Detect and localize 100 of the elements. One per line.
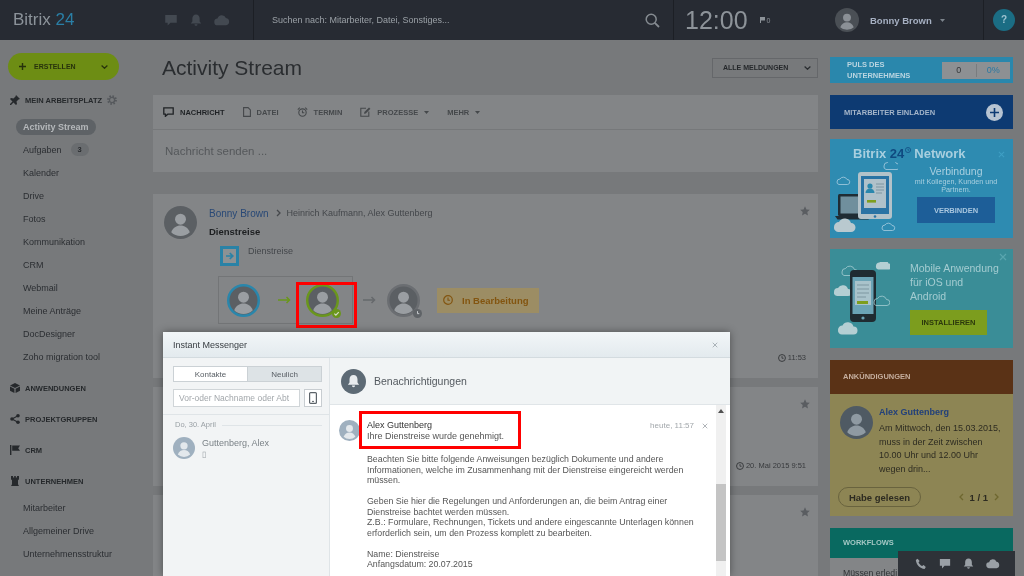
chevron-down-icon bbox=[101, 64, 108, 69]
sidebar-item[interactable]: Mitarbeiter bbox=[16, 499, 73, 516]
scrollbar-thumb[interactable] bbox=[716, 484, 726, 561]
close-icon[interactable] bbox=[999, 253, 1007, 261]
attachment-link[interactable]: Dienstreise bbox=[248, 246, 294, 256]
check-icon bbox=[332, 308, 341, 318]
sender-name[interactable]: Alex Guttenberg bbox=[367, 420, 505, 431]
share-icon bbox=[10, 414, 20, 424]
alarm-clock-icon bbox=[296, 107, 308, 117]
page-title: Activity Stream bbox=[162, 54, 303, 81]
sidebar-item[interactable]: Kommunikation bbox=[16, 233, 93, 250]
clock-icon bbox=[443, 295, 453, 305]
notification-text: Name: Dienstreise Anfangsdatum: 20.07.2015 bbox=[367, 548, 474, 570]
pulse-count: 0 bbox=[942, 63, 977, 77]
sidebar-item[interactable]: Fotos bbox=[16, 210, 53, 227]
speech-bubble-icon bbox=[163, 107, 174, 117]
star-icon[interactable] bbox=[800, 507, 810, 517]
bell-icon[interactable] bbox=[963, 558, 974, 569]
chevron-left-icon[interactable] bbox=[958, 493, 964, 501]
cube-icon bbox=[10, 383, 20, 393]
notification-text: Geben Sie hier die Regelungen und Anforderungen an, die beim Antrag einer Dienstreise bachtet werden müssen. Z.B.: Formulare, Rechnungen, Tickets und andere eingescannte Unterlagen können erforderlich sein, um den Prozess komplett zu bearbeiten. bbox=[367, 496, 695, 538]
user-avatar bbox=[173, 437, 195, 459]
mobile-text: für iOS und Android bbox=[910, 275, 965, 303]
document-icon bbox=[242, 107, 251, 117]
network-heading: Verbindung bbox=[929, 165, 983, 178]
user-avatar bbox=[840, 406, 873, 439]
tower-icon bbox=[10, 476, 20, 486]
clock-icon bbox=[777, 354, 786, 362]
flag-icon bbox=[759, 17, 765, 23]
clock-time: 12:00 bbox=[685, 6, 748, 34]
network-logo: Bitrix 24 bbox=[853, 147, 905, 161]
author-link[interactable]: Bonny Brown bbox=[209, 207, 269, 219]
gear-icon[interactable] bbox=[107, 95, 118, 105]
caret-icon[interactable] bbox=[939, 18, 945, 22]
sidebar-item[interactable]: Allgemeiner Drive bbox=[16, 522, 102, 539]
sidebar-item[interactable]: Activity Stream bbox=[16, 118, 96, 135]
caret-icon[interactable] bbox=[424, 110, 430, 114]
user-avatar bbox=[339, 420, 360, 441]
page-counter: 1 / 1 bbox=[969, 491, 988, 503]
logo[interactable]: Bitrix 24 bbox=[13, 10, 75, 30]
search-icon[interactable] bbox=[645, 12, 660, 28]
user-avatar bbox=[835, 8, 859, 32]
mobile-title: Mobile Anwendung bbox=[910, 261, 999, 275]
phone-button[interactable] bbox=[304, 389, 322, 407]
star-icon[interactable] bbox=[800, 399, 810, 409]
contact-item[interactable]: Guttenberg, Alex ▯ bbox=[163, 437, 329, 460]
star-icon[interactable] bbox=[800, 206, 810, 216]
notification-time: heute, 11:57 bbox=[650, 420, 694, 431]
plus-circle-icon bbox=[986, 103, 1003, 121]
caret-icon[interactable] bbox=[475, 110, 481, 114]
sidebar-item[interactable]: Webmail bbox=[16, 279, 65, 296]
sidebar-item[interactable]: CRM bbox=[16, 256, 51, 273]
edit-icon bbox=[360, 107, 372, 117]
announcement-text: Am Mittwoch, den 15.03.2015, muss in der Zeit zwischen 10.00 Uhr und 12.00 Uhr wegen drin... bbox=[879, 422, 1002, 476]
scrollbar[interactable] bbox=[716, 405, 726, 576]
bell-icon bbox=[341, 368, 366, 394]
sidebar-item[interactable]: Drive bbox=[16, 187, 51, 204]
sidebar-item[interactable]: Unternehmensstruktur bbox=[16, 545, 120, 562]
contact-status: ▯ bbox=[202, 449, 207, 460]
messenger-tab[interactable]: Kontakte bbox=[173, 366, 248, 382]
sidebar-item[interactable]: Meine Anträge bbox=[16, 302, 89, 319]
arrow-square-icon bbox=[220, 246, 239, 266]
clock-icon bbox=[735, 462, 744, 470]
arrow-icon bbox=[363, 296, 376, 304]
messenger-tab[interactable]: Neulich bbox=[248, 366, 322, 382]
pin-icon bbox=[10, 95, 20, 105]
chevron-down-icon bbox=[804, 65, 811, 70]
contact-name: Guttenberg, Alex bbox=[202, 438, 270, 449]
scroll-up-icon[interactable] bbox=[718, 409, 724, 413]
close-icon[interactable] bbox=[702, 423, 708, 429]
chat-icon[interactable] bbox=[939, 558, 951, 569]
user-avatar bbox=[306, 283, 339, 317]
sidebar-item[interactable]: Kalender bbox=[16, 164, 67, 181]
user-avatar bbox=[164, 206, 197, 239]
cloud-icon[interactable] bbox=[986, 558, 1000, 569]
smartphone-icon bbox=[309, 392, 317, 404]
help-button[interactable]: ? bbox=[993, 9, 1015, 31]
chevron-right-icon[interactable] bbox=[994, 493, 999, 501]
user-name[interactable]: Bonny Brown bbox=[870, 14, 932, 26]
search-field[interactable]: Vor-oder Nachname oder Abt bbox=[173, 389, 300, 407]
plus-icon bbox=[19, 63, 26, 70]
post-title: Dienstreise bbox=[209, 226, 262, 238]
status-label: In Bearbeitung bbox=[462, 294, 529, 306]
sidebar-item[interactable]: Zoho migration tool bbox=[16, 348, 108, 365]
window-title: Instant Messenger bbox=[173, 339, 248, 350]
sidebar-item[interactable]: DocDesigner bbox=[16, 325, 83, 342]
author-link[interactable]: Alex Guttenberg bbox=[879, 406, 1007, 418]
arrow-icon bbox=[278, 296, 291, 304]
clock-icon bbox=[413, 308, 422, 318]
panel-title: Benachrichtigungen bbox=[374, 375, 467, 387]
flag-icon bbox=[10, 445, 20, 455]
devices-drawing bbox=[834, 162, 898, 233]
notification-text: Beachten Sie bitte folgende Anweisungen bezüglich Dokumente und andere Informationen, welche im Zusammenhang mit der Dienstreise eingereicht werden müssen. bbox=[367, 454, 685, 486]
pulse-percent: 0% bbox=[985, 63, 1001, 77]
network-label: Network bbox=[914, 147, 966, 161]
phone-icon[interactable] bbox=[915, 557, 927, 570]
sidebar-item[interactable]: Aufgaben bbox=[16, 141, 69, 158]
close-icon[interactable] bbox=[712, 341, 718, 348]
clock-icon bbox=[905, 147, 912, 153]
search-field[interactable]: Suchen nach: Mitarbeiter, Datei, Sonstiges... bbox=[272, 10, 637, 30]
